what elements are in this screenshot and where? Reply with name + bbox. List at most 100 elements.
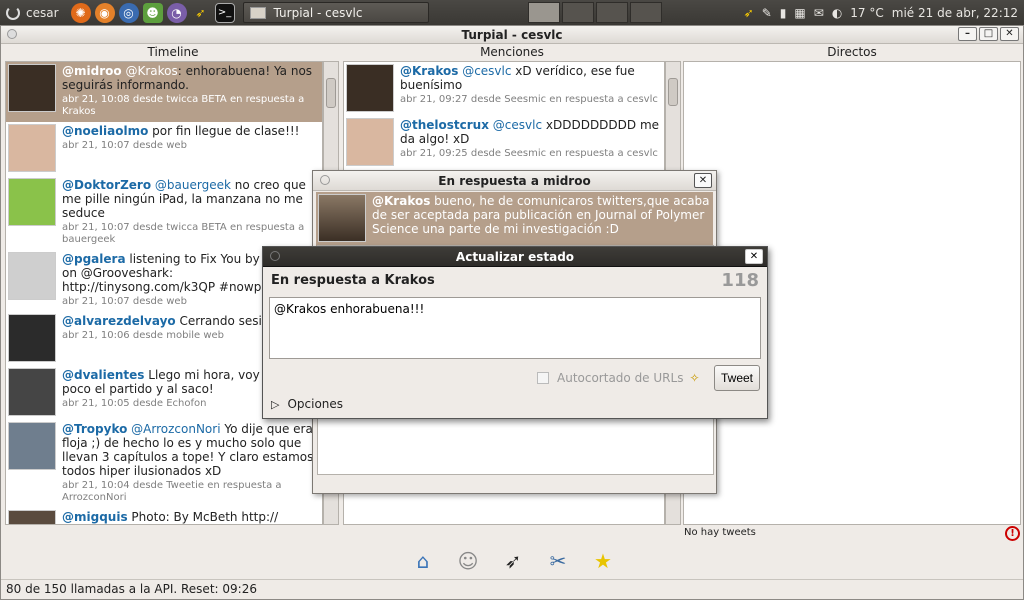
avatar[interactable] <box>8 178 56 226</box>
battery-icon[interactable]: ▮ <box>780 6 787 20</box>
tools-icon[interactable]: ✂ <box>541 546 575 576</box>
turpial-tray-icon[interactable]: ➶ <box>744 6 754 20</box>
avatar[interactable] <box>8 64 56 112</box>
tweet-row[interactable]: @migquis Photo: By McBeth http:// <box>6 508 322 524</box>
user-name: cesar <box>26 5 59 20</box>
ubuntu-icon[interactable]: ✺ <box>70 2 91 23</box>
clock[interactable]: mié 21 de abr, 22:12 <box>892 6 1018 20</box>
firefox-icon[interactable]: ◉ <box>94 2 115 23</box>
timeline-scroll-thumb[interactable] <box>326 78 336 108</box>
tweet-row[interactable]: @midroo @Krakos: enhorabuena! Ya nos seg… <box>6 62 322 122</box>
status-dialog-titlebar[interactable]: Actualizar estado ✕ <box>263 247 767 267</box>
tweet-user[interactable]: @thelostcrux <box>400 118 489 132</box>
tweet-mention[interactable]: @ArrozconNori <box>131 422 220 436</box>
tweet-user[interactable]: @dvalientes <box>62 368 144 382</box>
avatar[interactable] <box>8 422 56 470</box>
tweet-user[interactable]: @DoktorZero <box>62 178 151 192</box>
tweet-button[interactable]: Tweet <box>714 365 760 391</box>
autocut-urls[interactable]: Autocortado de URLs ✧ <box>537 371 700 385</box>
tweet-row[interactable]: @Tropyko @ArrozconNori Yo dije que era f… <box>6 420 322 508</box>
workspace-4[interactable] <box>630 2 662 23</box>
user-menu[interactable]: cesar <box>6 5 59 20</box>
workspace-2[interactable] <box>562 2 594 23</box>
network-icon[interactable]: ▦ <box>794 6 805 20</box>
window-titlebar[interactable]: Turpial - cesvlc – □ ✕ <box>1 26 1023 44</box>
maximize-button[interactable]: □ <box>979 27 998 41</box>
dialog-menu-icon[interactable] <box>270 251 280 261</box>
tweet-row[interactable]: @noeliaolmo por fin llegue de clase!!! ab… <box>6 122 322 176</box>
avatar[interactable] <box>8 368 56 416</box>
tweet-text: @midroo @Krakos: enhorabuena! Ya nos seg… <box>62 64 320 118</box>
status-dialog-close-button[interactable]: ✕ <box>745 249 763 264</box>
pencil-icon[interactable]: ✎ <box>762 6 772 20</box>
reply-dialog-close-button[interactable]: ✕ <box>694 173 712 188</box>
favorites-icon[interactable]: ★ <box>586 546 620 576</box>
reply-to-label: En respuesta a Krakos <box>271 273 435 288</box>
messenger-icon[interactable]: ☻ <box>142 2 163 23</box>
tweet-user[interactable]: @Tropyko <box>62 422 127 436</box>
avatar[interactable] <box>8 124 56 172</box>
avatar[interactable] <box>8 314 56 362</box>
tweet-meta: abr 21, 10:06 desde mobile web <box>62 330 225 341</box>
tweet-mention[interactable]: @cesvlc <box>493 118 542 132</box>
window-title: Turpial - cesvlc <box>461 27 563 42</box>
tweet-mention[interactable]: @Krakos <box>125 64 177 78</box>
avatar[interactable] <box>346 64 394 112</box>
tweet-user[interactable]: @migquis <box>62 510 128 524</box>
tweet-mention[interactable]: @cesvlc <box>462 64 511 78</box>
pidgin-icon[interactable]: ◔ <box>166 2 187 23</box>
status-bar: 80 de 150 llamadas a la API. Reset: 09:2… <box>1 579 1023 599</box>
options-expander[interactable]: ▷ Opciones <box>271 397 343 411</box>
power-icon <box>6 5 20 20</box>
system-tray: ➶ ✎ ▮ ▦ ✉ ◐ 17 °C mié 21 de abr, 22:12 <box>736 0 1024 25</box>
profile-icon[interactable]: ☺ <box>451 546 485 576</box>
avatar[interactable] <box>8 510 56 524</box>
update-status-dialog: Actualizar estado ✕ En respuesta a Krako… <box>262 246 768 419</box>
window-icon <box>249 6 266 19</box>
taskbar-turpial[interactable]: Turpial - cesvlc <box>242 2 429 23</box>
avatar[interactable] <box>346 118 394 166</box>
weather-icon[interactable]: ◐ <box>832 6 842 20</box>
reply-tweet[interactable]: @Krakos bueno, he de comunicaros twitter… <box>316 192 713 246</box>
tweet-row[interactable]: @Krakos @cesvlc xD verídico, ese fue bue… <box>344 62 664 116</box>
home-icon[interactable]: ⌂ <box>406 546 440 576</box>
no-tweets-label: No hay tweets <box>684 527 756 538</box>
temperature[interactable]: 17 °C <box>850 6 883 20</box>
tweet-meta: abr 21, 10:04 desde Tweetie en respuesta… <box>62 480 282 503</box>
mentions-scroll-thumb[interactable] <box>668 78 678 106</box>
tweet-user[interactable]: @noeliaolmo <box>62 124 148 138</box>
turpial-bird-icon[interactable]: ➶ <box>191 3 211 23</box>
browser-icon[interactable]: ◎ <box>118 2 139 23</box>
tweet-user[interactable]: @alvarezdelvayo <box>62 314 176 328</box>
avatar <box>318 194 366 242</box>
broom-icon[interactable]: ✧ <box>689 371 699 385</box>
tweet-user[interactable]: @midroo <box>62 64 122 78</box>
tweet-text: @alvarezdelvayo Cerrando sesión... abr 21… <box>62 314 288 362</box>
update-status-icon[interactable]: ➶ <box>496 546 530 576</box>
dialog-menu-icon[interactable] <box>320 175 330 185</box>
tweet-user[interactable]: @Krakos <box>372 194 430 208</box>
tweet-mention[interactable]: @bauergeek <box>155 178 231 192</box>
tweet-meta: abr 21, 10:07 desde twicca BETA en respu… <box>62 222 305 245</box>
tweet-row[interactable]: @thelostcrux @cesvlc xDDDDDDDDD me da al… <box>344 116 664 170</box>
workspace-1[interactable] <box>528 2 560 23</box>
tweet-user[interactable]: @pgalera <box>62 252 126 266</box>
workspace-3[interactable] <box>596 2 628 23</box>
tweet-text: @Krakos bueno, he de comunicaros twitter… <box>372 194 711 242</box>
char-counter: 118 <box>721 270 759 291</box>
window-menu-icon[interactable] <box>7 29 17 39</box>
autocut-checkbox[interactable] <box>537 372 549 384</box>
alert-icon[interactable]: ! <box>1005 526 1020 541</box>
mail-icon[interactable]: ✉ <box>814 6 824 20</box>
terminal-icon[interactable]: >_ <box>214 2 235 23</box>
autocut-label: Autocortado de URLs <box>557 371 684 385</box>
tweet-row[interactable]: @DoktorZero @bauergeek no creo que me pi… <box>6 176 322 250</box>
minimize-button[interactable]: – <box>958 27 977 41</box>
tweet-user[interactable]: @Krakos <box>400 64 458 78</box>
status-input[interactable]: @Krakos enhorabuena!!! <box>269 297 761 359</box>
close-button[interactable]: ✕ <box>1000 27 1019 41</box>
avatar[interactable] <box>8 252 56 300</box>
column-header-direct: Directos <box>827 45 877 59</box>
tweet-text: @DoktorZero @bauergeek no creo que me pi… <box>62 178 320 246</box>
reply-dialog-titlebar[interactable]: En respuesta a midroo ✕ <box>313 171 716 191</box>
